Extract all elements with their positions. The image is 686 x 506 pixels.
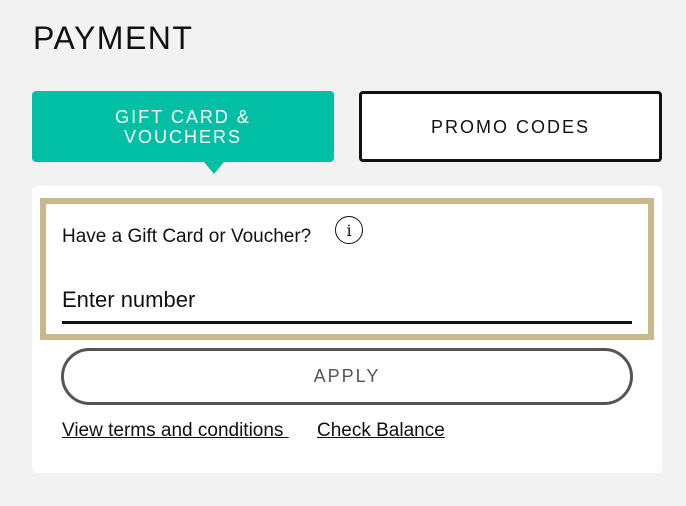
tab-promo-codes[interactable]: PROMO CODES: [359, 91, 662, 162]
tab-gift-card-label-line1: GIFT CARD &: [115, 106, 251, 127]
gift-card-number-input[interactable]: [62, 272, 632, 324]
tab-gift-card-label: GIFT CARD & VOUCHERS: [115, 107, 251, 147]
check-balance-link[interactable]: Check Balance: [317, 420, 445, 442]
gift-card-field-group: Have a Gift Card or Voucher? i: [40, 198, 654, 340]
gift-card-panel: Have a Gift Card or Voucher? i APPLY Vie…: [32, 186, 662, 473]
info-icon[interactable]: i: [335, 216, 363, 244]
tab-gift-card-vouchers[interactable]: GIFT CARD & VOUCHERS: [32, 91, 334, 174]
page-title: PAYMENT: [33, 20, 194, 56]
gift-card-label: Have a Gift Card or Voucher?: [62, 226, 312, 247]
tab-promo-codes-label: PROMO CODES: [430, 116, 590, 137]
apply-button[interactable]: APPLY: [61, 348, 633, 405]
active-tab-pointer: [204, 162, 224, 174]
terms-link[interactable]: View terms and conditions: [62, 420, 289, 442]
tab-gift-card-label-line2: VOUCHERS: [123, 126, 242, 147]
